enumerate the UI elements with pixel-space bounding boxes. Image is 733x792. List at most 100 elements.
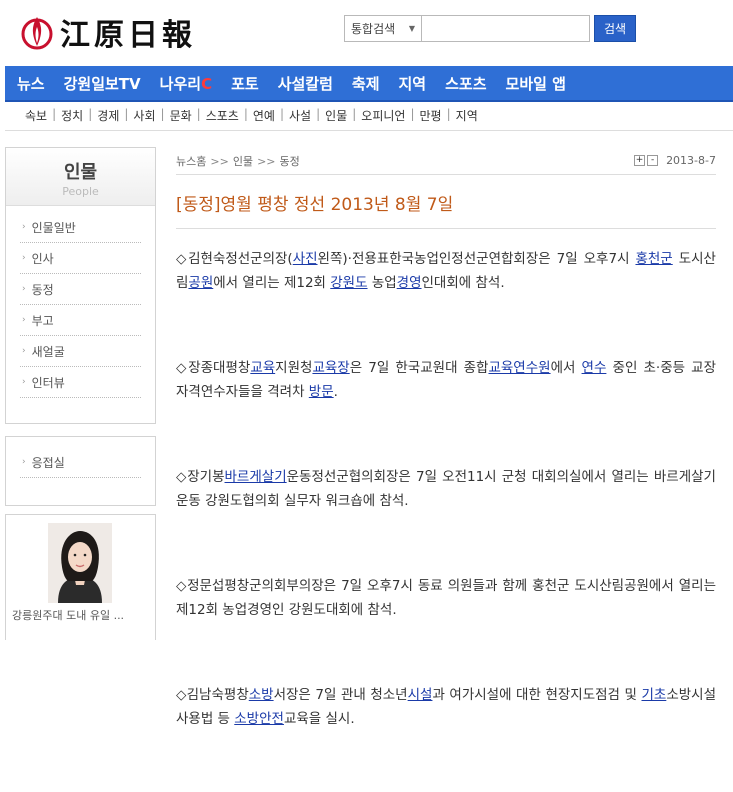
keyword-link[interactable]: 시설 [408,687,433,703]
sub-nav-item[interactable]: 지역 [456,107,478,124]
paragraph-text: 과 여가시설에 대한 현장지도점검 및 [432,687,642,703]
paragraph-text: ◇김남숙평창 [176,687,249,703]
keyword-link[interactable]: 교육장 [312,360,349,376]
sidebar-header: 인물 People [6,148,155,206]
keyword-link[interactable]: 홍천군 [635,251,672,267]
sub-nav-item[interactable]: 속보 [25,107,47,124]
sub-nav-item[interactable]: 만평 [420,107,442,124]
breadcrumb-home[interactable]: 뉴스홈 [176,155,206,168]
nav-item-photo[interactable]: 포토 [231,73,259,94]
nav-item-festival[interactable]: 축제 [352,73,380,94]
nav-item-column[interactable]: 사설칼럼 [278,73,333,94]
sub-nav-item[interactable]: 정치 [61,107,83,124]
zoom-out-button[interactable]: - [647,155,659,166]
breadcrumb-section[interactable]: 인물 [233,155,253,168]
keyword-link[interactable]: 교육 [250,360,275,376]
paragraph-text: . [333,384,338,400]
sidebar-item[interactable]: › 부고 [20,305,141,336]
zoom-in-button[interactable]: + [634,155,646,166]
sidebar-category-box: 인물 People › 인물일반 › 인사 › 동정 › 부고 › 새얼굴 › 인터뷰 [5,147,156,424]
keyword-link[interactable]: 경영 [397,275,422,291]
site-logo[interactable]: 江原日報 [20,10,196,54]
nav-item-sports[interactable]: 스포츠 [445,73,486,94]
sidebar-item[interactable]: › 인터뷰 [20,367,141,398]
flame-logo-icon [21,17,53,50]
keyword-link[interactable]: 연수 [582,360,607,376]
sub-nav-item[interactable]: 사설 [289,107,311,124]
nav-item-nauri-label: 나우리 [159,74,202,93]
breadcrumb: 뉴스홈 >> 인물 >> 동정 [176,153,300,169]
divider [5,130,733,131]
sidebar-item-label: 인물일반 [31,220,76,235]
breadcrumb-sep: >> [257,154,276,168]
sidebar-item-label: 부고 [31,313,54,328]
paragraph-text: ◇김현숙정선군의장( [176,251,293,267]
bullet-icon: › [22,284,26,294]
nav-item-region[interactable]: 지역 [399,73,427,94]
sub-nav-item[interactable]: 문화 [170,107,192,124]
article-title: [동정]영월 평창 정선 2013년 8월 7일 [176,190,716,229]
search-scope-select[interactable]: 통합검색 ▼ [344,15,422,42]
breadcrumb-row: 뉴스홈 >> 인물 >> 동정 + - 2013-8-7 [176,147,716,175]
search-bar: 통합검색 ▼ 검색 [344,15,636,42]
paragraph-text: ◇장종대평창 [176,360,251,376]
sub-nav-item[interactable]: 사회 [133,107,155,124]
keyword-link[interactable]: 교육연수원 [488,360,550,376]
logo-text: 江原日報 [60,18,196,53]
nav-item-mobile-app[interactable]: 모바일 앱 [506,73,566,94]
sidebar-menu: › 인물일반 › 인사 › 동정 › 부고 › 새얼굴 › 인터뷰 [6,206,155,398]
sidebar-item[interactable]: › 새얼굴 [20,336,141,367]
sub-nav-separator: | [279,107,285,121]
article-paragraph: ◇정문섭평창군의회부의장은 7일 오후7시 동료 의원들과 함께 홍천군 도시산… [176,574,716,622]
reporter-photo[interactable] [48,523,112,603]
reporter-caption[interactable]: 강릉원주대 도내 유일 ... [12,607,152,623]
article-date: 2013-8-7 [666,154,716,167]
keyword-link[interactable]: 공원 [188,275,213,291]
person-photo-icon [48,523,112,603]
sidebar-item[interactable]: › 인사 [20,243,141,274]
bullet-icon: › [22,253,26,263]
article-paragraph: ◇장종대평창교육지원청교육장은 7일 한국교원대 종합교육연수원에서 연수 중인… [176,356,716,404]
paragraph-text: 서장은 7일 관내 청소년 [273,687,408,703]
nav-item-nauri[interactable]: 나우리C [160,73,212,94]
bullet-icon: › [22,377,26,387]
keyword-link[interactable]: 소방 [249,687,274,703]
breadcrumb-current[interactable]: 동정 [280,155,300,168]
sub-nav-separator: | [196,107,201,121]
site-header: 江原日報 통합검색 ▼ 검색 [0,0,733,60]
nav-item-tv[interactable]: 강원일보TV [64,73,141,94]
nav-item-nauri-accent: C [201,74,213,93]
sidebar-item-label: 인사 [31,251,54,266]
keyword-link[interactable]: 사진 [293,251,318,267]
keyword-link[interactable]: 기초 [641,687,666,703]
article-paragraph: ◇김남숙평창소방서장은 7일 관내 청소년시설과 여가시설에 대한 현장지도점검… [176,683,716,731]
sidebar-item-label: 응접실 [31,455,65,470]
paragraph-text: 은 7일 한국교원대 종합 [349,360,489,376]
article-tools: + - 2013-8-7 [634,154,716,167]
sidebar-item[interactable]: › 인물일반 [20,212,141,243]
paragraph-text: ◇장기봉 [176,469,225,485]
sidebar-box-2: › 응접실 [5,436,156,506]
keyword-link[interactable]: 방문 [309,384,334,400]
article-body: ◇김현숙정선군의장(사진왼쪽)·전용표한국농업인정선군연합회장은 7일 오후7시… [176,247,716,731]
sub-nav-separator: | [352,107,357,121]
sub-nav-separator: | [446,107,451,121]
nav-item-news[interactable]: 뉴스 [17,73,45,94]
paragraph-text: 왼쪽)·전용표한국농업인정선군연합회장은 7일 오후7시 [317,251,636,267]
sub-nav-item[interactable]: 스포츠 [206,107,239,124]
sub-nav-item[interactable]: 인물 [325,107,347,124]
search-input[interactable] [422,15,590,42]
sub-nav: 속보 | 정치 | 경제 | 사회 | 문화 | 스포츠 | 연예 | 사설 | 인물 | 오피니언 | 만평 | 지역 [25,107,478,124]
keyword-link[interactable]: 강원도 [330,275,367,291]
sub-nav-item[interactable]: 오피니언 [361,107,405,124]
sidebar-item[interactable]: › 응접실 [20,447,141,478]
sidebar-subtitle: People [62,185,99,198]
sub-nav-item[interactable]: 경제 [97,107,119,124]
keyword-link[interactable]: 바르게살기 [225,469,287,485]
paragraph-text: 교육을 실시. [283,711,355,727]
sidebar-item[interactable]: › 동정 [20,274,141,305]
keyword-link[interactable]: 소방안전 [234,711,284,727]
article-paragraph: ◇장기봉바르게살기운동정선군협의회장은 7일 오전11시 군청 대회의실에서 열… [176,465,716,513]
search-button[interactable]: 검색 [594,15,636,42]
sub-nav-item[interactable]: 연예 [253,107,275,124]
